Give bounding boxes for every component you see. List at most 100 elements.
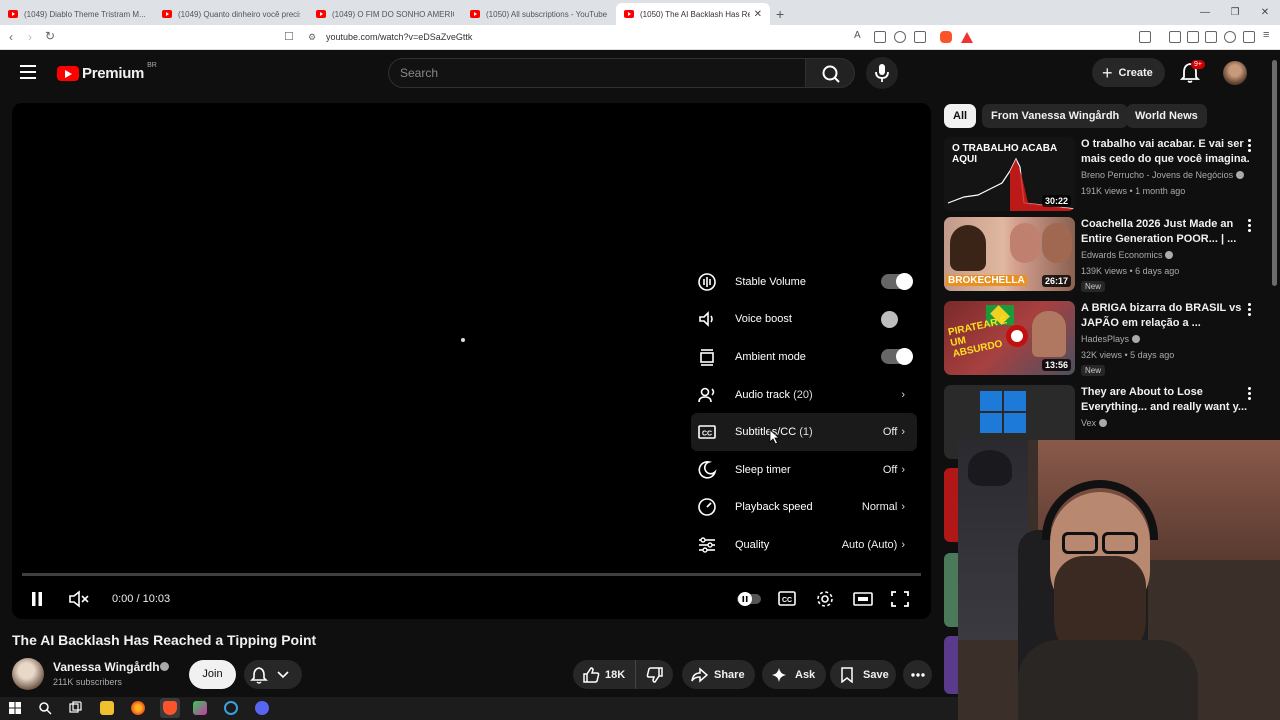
task-view-icon[interactable]	[68, 701, 82, 715]
menu-item-sleep-timer[interactable]: Sleep timer Off ›	[691, 451, 917, 489]
channel-name[interactable]: Vanessa Wingårdh	[53, 660, 160, 674]
taskbar-search-icon[interactable]	[38, 701, 52, 715]
browser-menu-icon[interactable]: ≡	[1263, 29, 1275, 41]
video-thumbnail[interactable]: O TRABALHO ACABA AQUI 30:22	[944, 137, 1075, 211]
firefox-icon[interactable]	[131, 701, 145, 715]
reading-list-icon[interactable]	[1187, 31, 1199, 43]
windows-start-icon[interactable]	[8, 701, 22, 715]
hamburger-menu-icon[interactable]	[20, 65, 36, 79]
translate-icon[interactable]: A	[854, 30, 866, 42]
recommendation-title[interactable]: They are About to Lose Everything... and…	[1081, 385, 1251, 415]
vpn-icon[interactable]	[1243, 31, 1255, 43]
discord-icon[interactable]	[255, 701, 269, 715]
muted-volume-icon[interactable]	[68, 590, 90, 608]
subscription-bell-button[interactable]	[244, 660, 302, 689]
search-button[interactable]	[805, 58, 855, 88]
stable-volume-toggle[interactable]	[881, 273, 913, 291]
back-icon[interactable]: ‹	[9, 30, 13, 44]
video-thumbnail[interactable]	[944, 636, 958, 694]
more-options-icon[interactable]	[1248, 219, 1252, 234]
minimize-icon[interactable]: —	[1190, 0, 1220, 25]
video-thumbnail[interactable]: BROKECHELLA 26:17	[944, 217, 1075, 291]
join-button[interactable]: Join	[189, 660, 236, 689]
leo-icon[interactable]	[1224, 31, 1236, 43]
more-actions-button[interactable]	[903, 660, 932, 689]
recommendation-item[interactable]: PIRATEAR É UM ABSURDO 13:56 A BRIGA biza…	[944, 301, 1264, 381]
video-thumbnail[interactable]	[944, 468, 958, 542]
close-window-icon[interactable]: ✕	[1250, 0, 1280, 25]
chip-world-news[interactable]: World News	[1126, 104, 1207, 128]
forward-icon[interactable]: ›	[28, 30, 32, 44]
theater-mode-icon[interactable]	[853, 591, 873, 607]
progress-bar[interactable]	[22, 573, 921, 576]
recommendation-title[interactable]: A BRIGA bizarra do BRASIL vs JAPÃO em re…	[1081, 301, 1251, 331]
recommendation-item[interactable]: BROKECHELLA 26:17 Coachella 2026 Just Ma…	[944, 217, 1264, 297]
share-button[interactable]: Share	[682, 660, 755, 689]
account-avatar[interactable]	[1223, 61, 1247, 85]
chip-all[interactable]: All	[944, 104, 977, 128]
sidebar-toggle-icon[interactable]	[1139, 31, 1151, 43]
reload-icon[interactable]: ↻	[45, 29, 55, 43]
new-tab-icon[interactable]: +	[776, 3, 784, 25]
menu-item-stable-volume[interactable]: Stable Volume	[691, 263, 917, 301]
browser-tab-active[interactable]: (1050) The AI Backlash Has Reached... ✕	[616, 3, 770, 25]
more-options-icon[interactable]	[1248, 139, 1252, 154]
maximize-icon[interactable]: ❐	[1220, 0, 1250, 25]
share-page-icon[interactable]	[914, 31, 926, 43]
page-scrollbar[interactable]	[1272, 60, 1277, 286]
wallet-icon[interactable]	[1205, 31, 1217, 43]
browser-tab[interactable]: (1049) Quanto dinheiro você precisa...	[154, 3, 308, 25]
more-options-icon[interactable]	[1248, 387, 1252, 402]
chip-from-channel[interactable]: From Vanessa Wingårdh	[982, 104, 1129, 128]
video-thumbnail[interactable]	[944, 553, 958, 627]
menu-item-audio-track[interactable]: Audio track (20) ›	[691, 376, 917, 414]
recommendation-title[interactable]: O trabalho vai acabar. E vai ser mais ce…	[1081, 137, 1251, 167]
menu-item-subtitles[interactable]: CC Subtitles/CC (1) Off ›	[691, 413, 917, 451]
brave-shields-icon[interactable]	[940, 31, 952, 43]
voice-boost-toggle[interactable]	[881, 310, 911, 328]
voice-search-button[interactable]	[866, 57, 898, 89]
subtitles-button-icon[interactable]: CC	[778, 591, 796, 607]
file-explorer-icon[interactable]	[100, 701, 114, 715]
dislike-button[interactable]	[636, 660, 673, 689]
brave-browser-icon[interactable]	[163, 701, 177, 715]
app-icon[interactable]	[193, 701, 207, 715]
obs-icon[interactable]	[224, 701, 238, 715]
media-icon[interactable]	[1169, 31, 1181, 43]
video-player[interactable]: Stable Volume Voice boost Ambient mode A…	[12, 103, 931, 619]
ambient-mode-toggle[interactable]	[881, 348, 913, 366]
sparkle-icon	[772, 667, 786, 682]
settings-gear-icon[interactable]	[816, 590, 834, 608]
menu-item-playback-speed[interactable]: Playback speed Normal ›	[691, 489, 917, 527]
browser-tab[interactable]: (1049) O FIM DO SONHO AMERICANO...	[308, 3, 462, 25]
chevron-right-icon: ›	[901, 426, 905, 439]
stable-volume-icon	[697, 272, 717, 292]
zoom-icon[interactable]	[894, 31, 906, 43]
search-input[interactable]	[389, 59, 805, 87]
browser-tab[interactable]: (1050) All subscriptions - YouTube	[462, 3, 616, 25]
duration-badge: 13:56	[1041, 359, 1071, 371]
ask-button[interactable]: Ask	[762, 660, 826, 689]
create-button[interactable]: + Create	[1092, 58, 1165, 87]
more-options-icon[interactable]	[1248, 303, 1252, 318]
browser-tab[interactable]: (1049) Diablo Theme Tristram M...	[0, 3, 154, 25]
menu-item-quality[interactable]: Quality Auto (Auto) ›	[691, 526, 917, 564]
youtube-premium-logo[interactable]: Premium BR	[57, 62, 157, 82]
bookmark-icon[interactable]: ☐	[284, 30, 294, 43]
channel-avatar[interactable]	[12, 658, 44, 690]
recommendation-item[interactable]: O TRABALHO ACABA AQUI 30:22 O trabalho v…	[944, 137, 1264, 217]
menu-item-ambient-mode[interactable]: Ambient mode	[691, 338, 917, 376]
autoplay-toggle-icon[interactable]	[737, 592, 761, 606]
fullscreen-icon[interactable]	[891, 591, 909, 607]
save-button[interactable]: Save	[830, 660, 896, 689]
site-info-icon[interactable]: ⚙	[308, 28, 316, 47]
brave-rewards-icon[interactable]	[961, 32, 973, 43]
url-field[interactable]: ⚙ youtube.com/watch?v=eDSaZveGttk	[300, 28, 840, 47]
like-button[interactable]: 18K	[573, 660, 636, 689]
menu-item-voice-boost[interactable]: Voice boost	[691, 301, 917, 339]
pause-icon[interactable]	[30, 591, 44, 607]
screen-icon[interactable]	[874, 31, 886, 43]
recommendation-title[interactable]: Coachella 2026 Just Made an Entire Gener…	[1081, 217, 1251, 247]
video-thumbnail[interactable]: PIRATEAR É UM ABSURDO 13:56	[944, 301, 1075, 375]
close-tab-icon[interactable]: ✕	[754, 9, 762, 20]
